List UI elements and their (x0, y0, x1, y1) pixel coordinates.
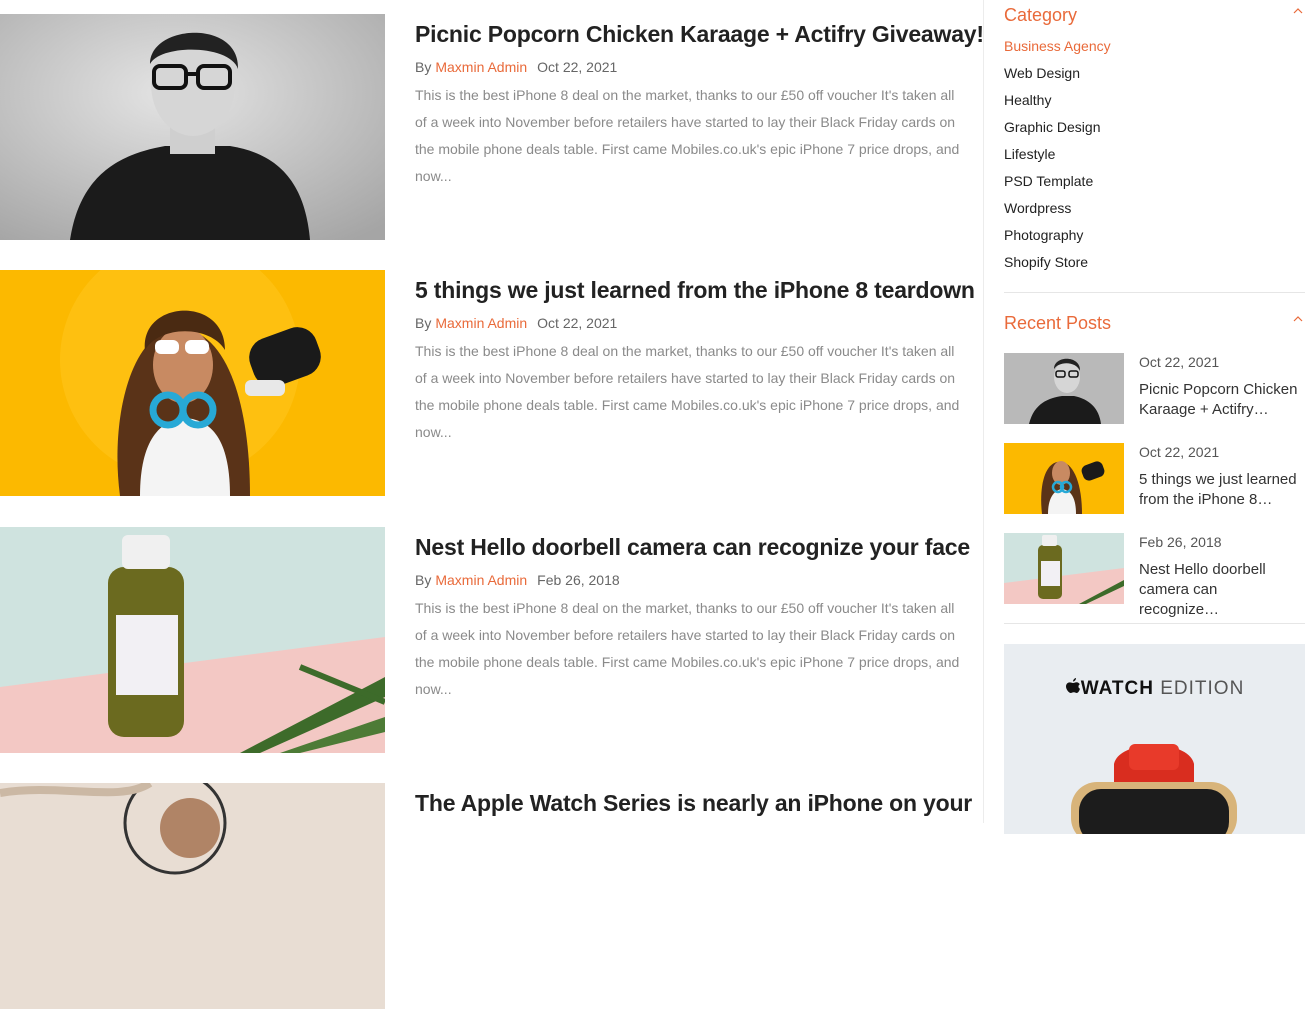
category-item-shopify-store[interactable]: Shopify Store (1004, 249, 1305, 276)
post-body: Picnic Popcorn Chicken Karaage + Actifry… (415, 14, 984, 204)
ad-brand: WATCH (1080, 678, 1154, 699)
post-card: Picnic Popcorn Chicken Karaage + Actifry… (0, 14, 984, 241)
post-title[interactable]: Nest Hello doorbell camera can recognize… (415, 531, 970, 563)
recent-post-title[interactable]: 5 things we just learned from the iPhone… (1139, 470, 1299, 510)
recent-posts-title: Recent Posts (1004, 313, 1112, 333)
sidebar-divider (983, 0, 984, 823)
author-link[interactable]: Maxmin Admin (435, 315, 527, 331)
author-link[interactable]: Maxmin Admin (435, 59, 527, 75)
recent-post-date: Feb 26, 2018 (1139, 534, 1222, 550)
post-thumbnail[interactable] (0, 14, 385, 240)
post-body: Nest Hello doorbell camera can recognize… (415, 527, 970, 717)
watch-product-image (1071, 744, 1237, 834)
post-title[interactable]: Picnic Popcorn Chicken Karaage + Actifry… (415, 18, 984, 50)
post-title[interactable]: The Apple Watch Series is nearly an iPho… (415, 787, 972, 819)
recent-posts-header[interactable]: Recent Posts (1004, 308, 1305, 338)
post-date: Feb 26, 2018 (537, 572, 620, 588)
category-item-business-agency[interactable]: Business Agency (1004, 33, 1305, 60)
category-title: Category (1004, 5, 1078, 25)
post-card: 5 things we just learned from the iPhone… (0, 270, 975, 497)
post-card: Nest Hello doorbell camera can recognize… (0, 527, 970, 754)
category-item-web-design[interactable]: Web Design (1004, 60, 1305, 87)
by-label: By (415, 572, 432, 588)
category-item-lifestyle[interactable]: Lifestyle (1004, 141, 1305, 168)
recent-post-date: Oct 22, 2021 (1139, 354, 1220, 370)
widget-divider (1004, 292, 1305, 293)
post-card: The Apple Watch Series is nearly an iPho… (0, 783, 972, 1010)
category-item-graphic-design[interactable]: Graphic Design (1004, 114, 1305, 141)
category-item-psd-template[interactable]: PSD Template (1004, 168, 1305, 195)
post-excerpt: This is the best iPhone 8 deal on the ma… (415, 600, 960, 697)
chevron-up-icon[interactable] (1293, 316, 1303, 322)
recent-post-thumbnail[interactable] (1004, 533, 1124, 604)
chevron-up-icon[interactable] (1293, 8, 1303, 14)
category-item-healthy[interactable]: Healthy (1004, 87, 1305, 114)
category-widget-header[interactable]: Category (1004, 0, 1305, 30)
post-meta: By Maxmin Admin Oct 22, 2021 (415, 58, 965, 76)
post-thumbnail[interactable] (0, 527, 385, 753)
category-list: Business Agency Web Design Healthy Graph… (1004, 33, 1305, 276)
category-item-wordpress[interactable]: Wordpress (1004, 195, 1305, 222)
recent-post-item[interactable]: Oct 22, 2021 Picnic Popcorn Chicken Kara… (1004, 353, 1304, 425)
recent-post-item[interactable]: Oct 22, 2021 5 things we just learned fr… (1004, 443, 1304, 515)
ad-edition: EDITION (1160, 678, 1245, 699)
apple-logo-icon (1065, 678, 1080, 693)
post-excerpt: This is the best iPhone 8 deal on the ma… (415, 343, 960, 440)
recent-post-item[interactable]: Feb 26, 2018 Nest Hello doorbell camera … (1004, 533, 1304, 618)
category-item-photography[interactable]: Photography (1004, 222, 1305, 249)
post-excerpt: This is the best iPhone 8 deal on the ma… (415, 87, 960, 184)
author-link[interactable]: Maxmin Admin (435, 572, 527, 588)
recent-post-title[interactable]: Nest Hello doorbell camera can recognize… (1139, 560, 1299, 620)
post-body: 5 things we just learned from the iPhone… (415, 270, 975, 460)
recent-post-thumbnail[interactable] (1004, 353, 1124, 424)
by-label: By (415, 315, 432, 331)
post-date: Oct 22, 2021 (537, 59, 618, 75)
widget-divider (1004, 623, 1305, 624)
post-meta: By Maxmin Admin Oct 22, 2021 (415, 314, 965, 332)
watch-ad-banner[interactable]: WATCH EDITION (1004, 644, 1305, 834)
post-body: The Apple Watch Series is nearly an iPho… (415, 783, 972, 819)
post-date: Oct 22, 2021 (537, 315, 618, 331)
recent-post-thumbnail[interactable] (1004, 443, 1124, 514)
post-meta: By Maxmin Admin Feb 26, 2018 (415, 571, 965, 589)
ad-headline: WATCH EDITION (1004, 678, 1305, 700)
post-thumbnail[interactable] (0, 783, 385, 1009)
recent-post-date: Oct 22, 2021 (1139, 444, 1220, 460)
post-title[interactable]: 5 things we just learned from the iPhone… (415, 274, 975, 306)
by-label: By (415, 59, 432, 75)
recent-post-title[interactable]: Picnic Popcorn Chicken Karaage + Actifry… (1139, 380, 1299, 420)
post-thumbnail[interactable] (0, 270, 385, 496)
